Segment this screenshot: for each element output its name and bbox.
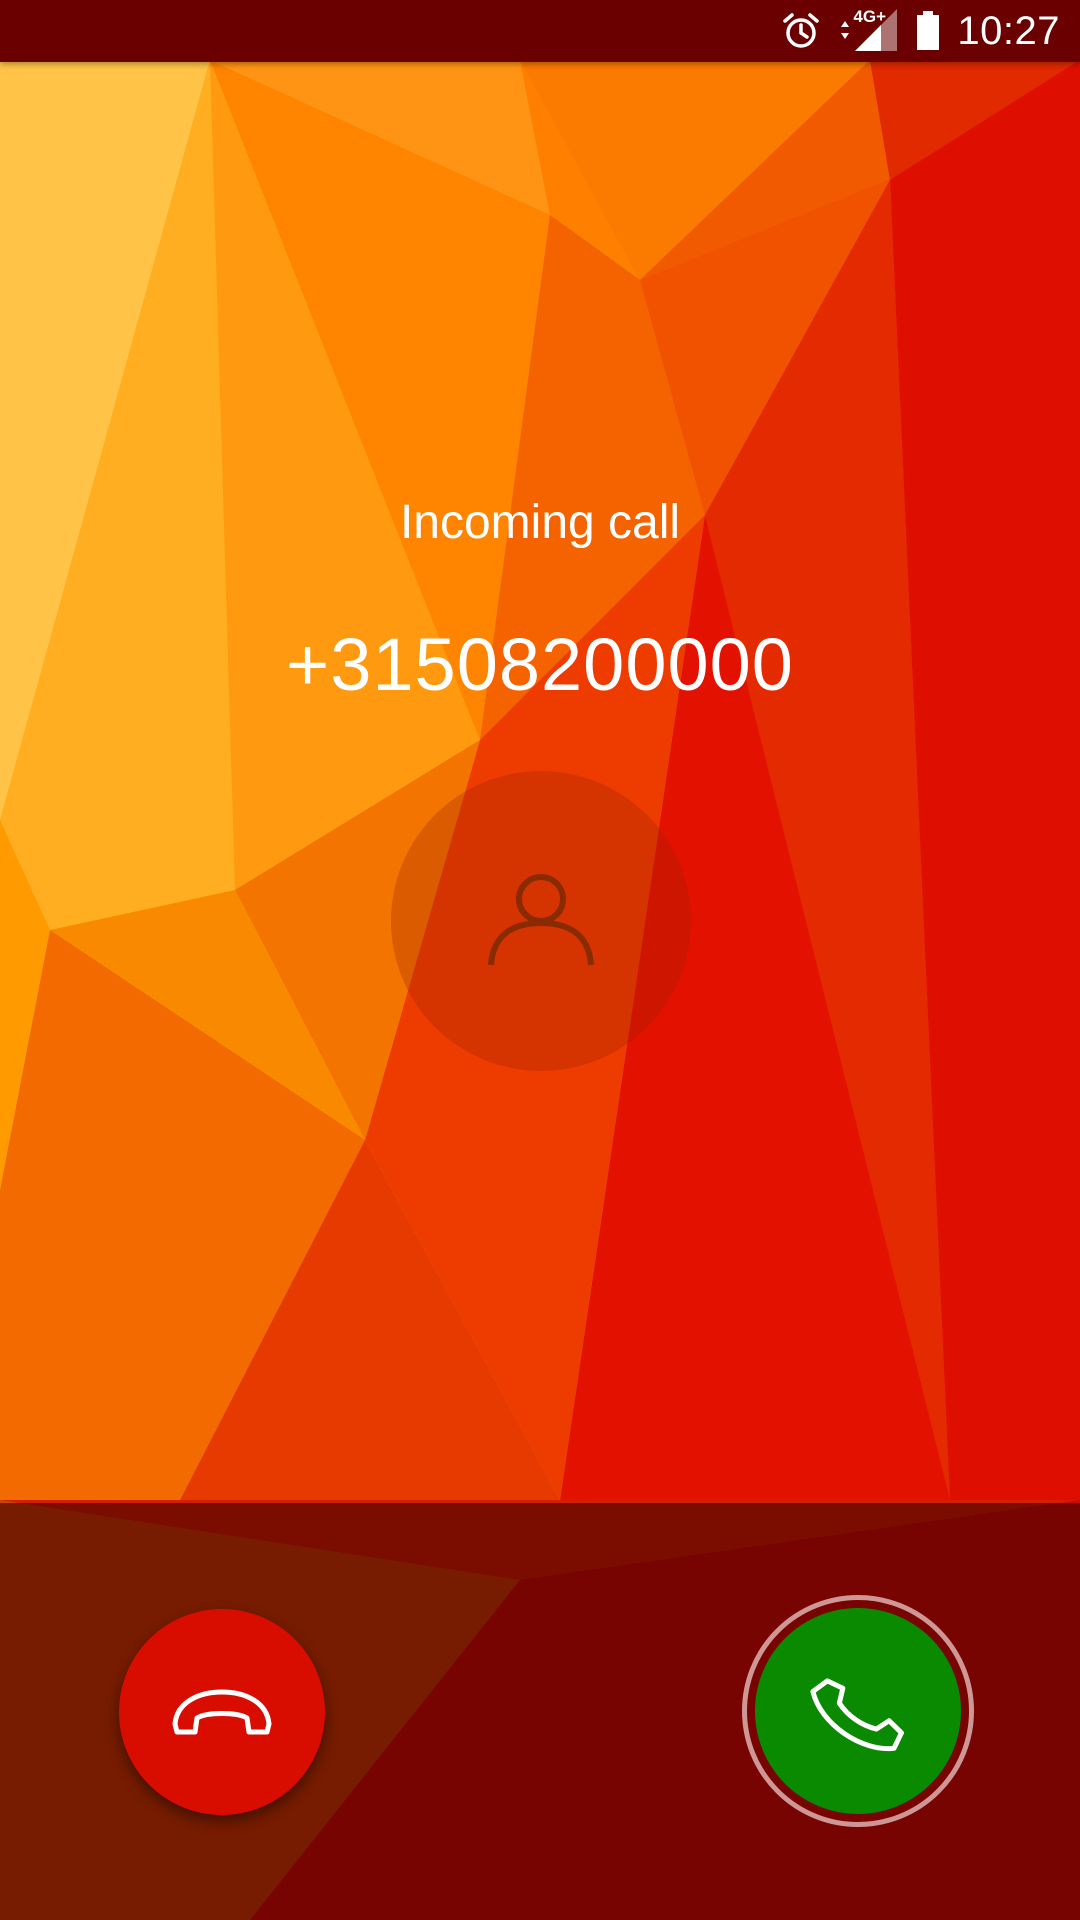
signal-icon: 4G+ — [837, 7, 899, 53]
phone-hangup-icon — [167, 1682, 277, 1742]
status-time: 10:27 — [957, 8, 1060, 53]
network-type-label: 4G+ — [853, 7, 886, 26]
caller-avatar — [391, 771, 691, 1071]
decline-call-button[interactable] — [119, 1609, 325, 1815]
status-icons: 4G+ 10:27 — [781, 0, 1060, 62]
battery-icon — [915, 11, 941, 51]
answer-call-button[interactable] — [755, 1608, 961, 1814]
status-bar: 4G+ 10:27 — [0, 0, 1080, 62]
person-icon — [481, 861, 601, 981]
incoming-call-screen: 4G+ 10:27 Incoming call +31508200000 — [0, 0, 1080, 1920]
caller-number: +31508200000 — [286, 623, 794, 706]
call-status-label: Incoming call — [399, 496, 681, 549]
answer-call-ring — [742, 1595, 974, 1827]
alarm-icon — [781, 11, 821, 51]
phone-answer-icon — [803, 1656, 913, 1766]
